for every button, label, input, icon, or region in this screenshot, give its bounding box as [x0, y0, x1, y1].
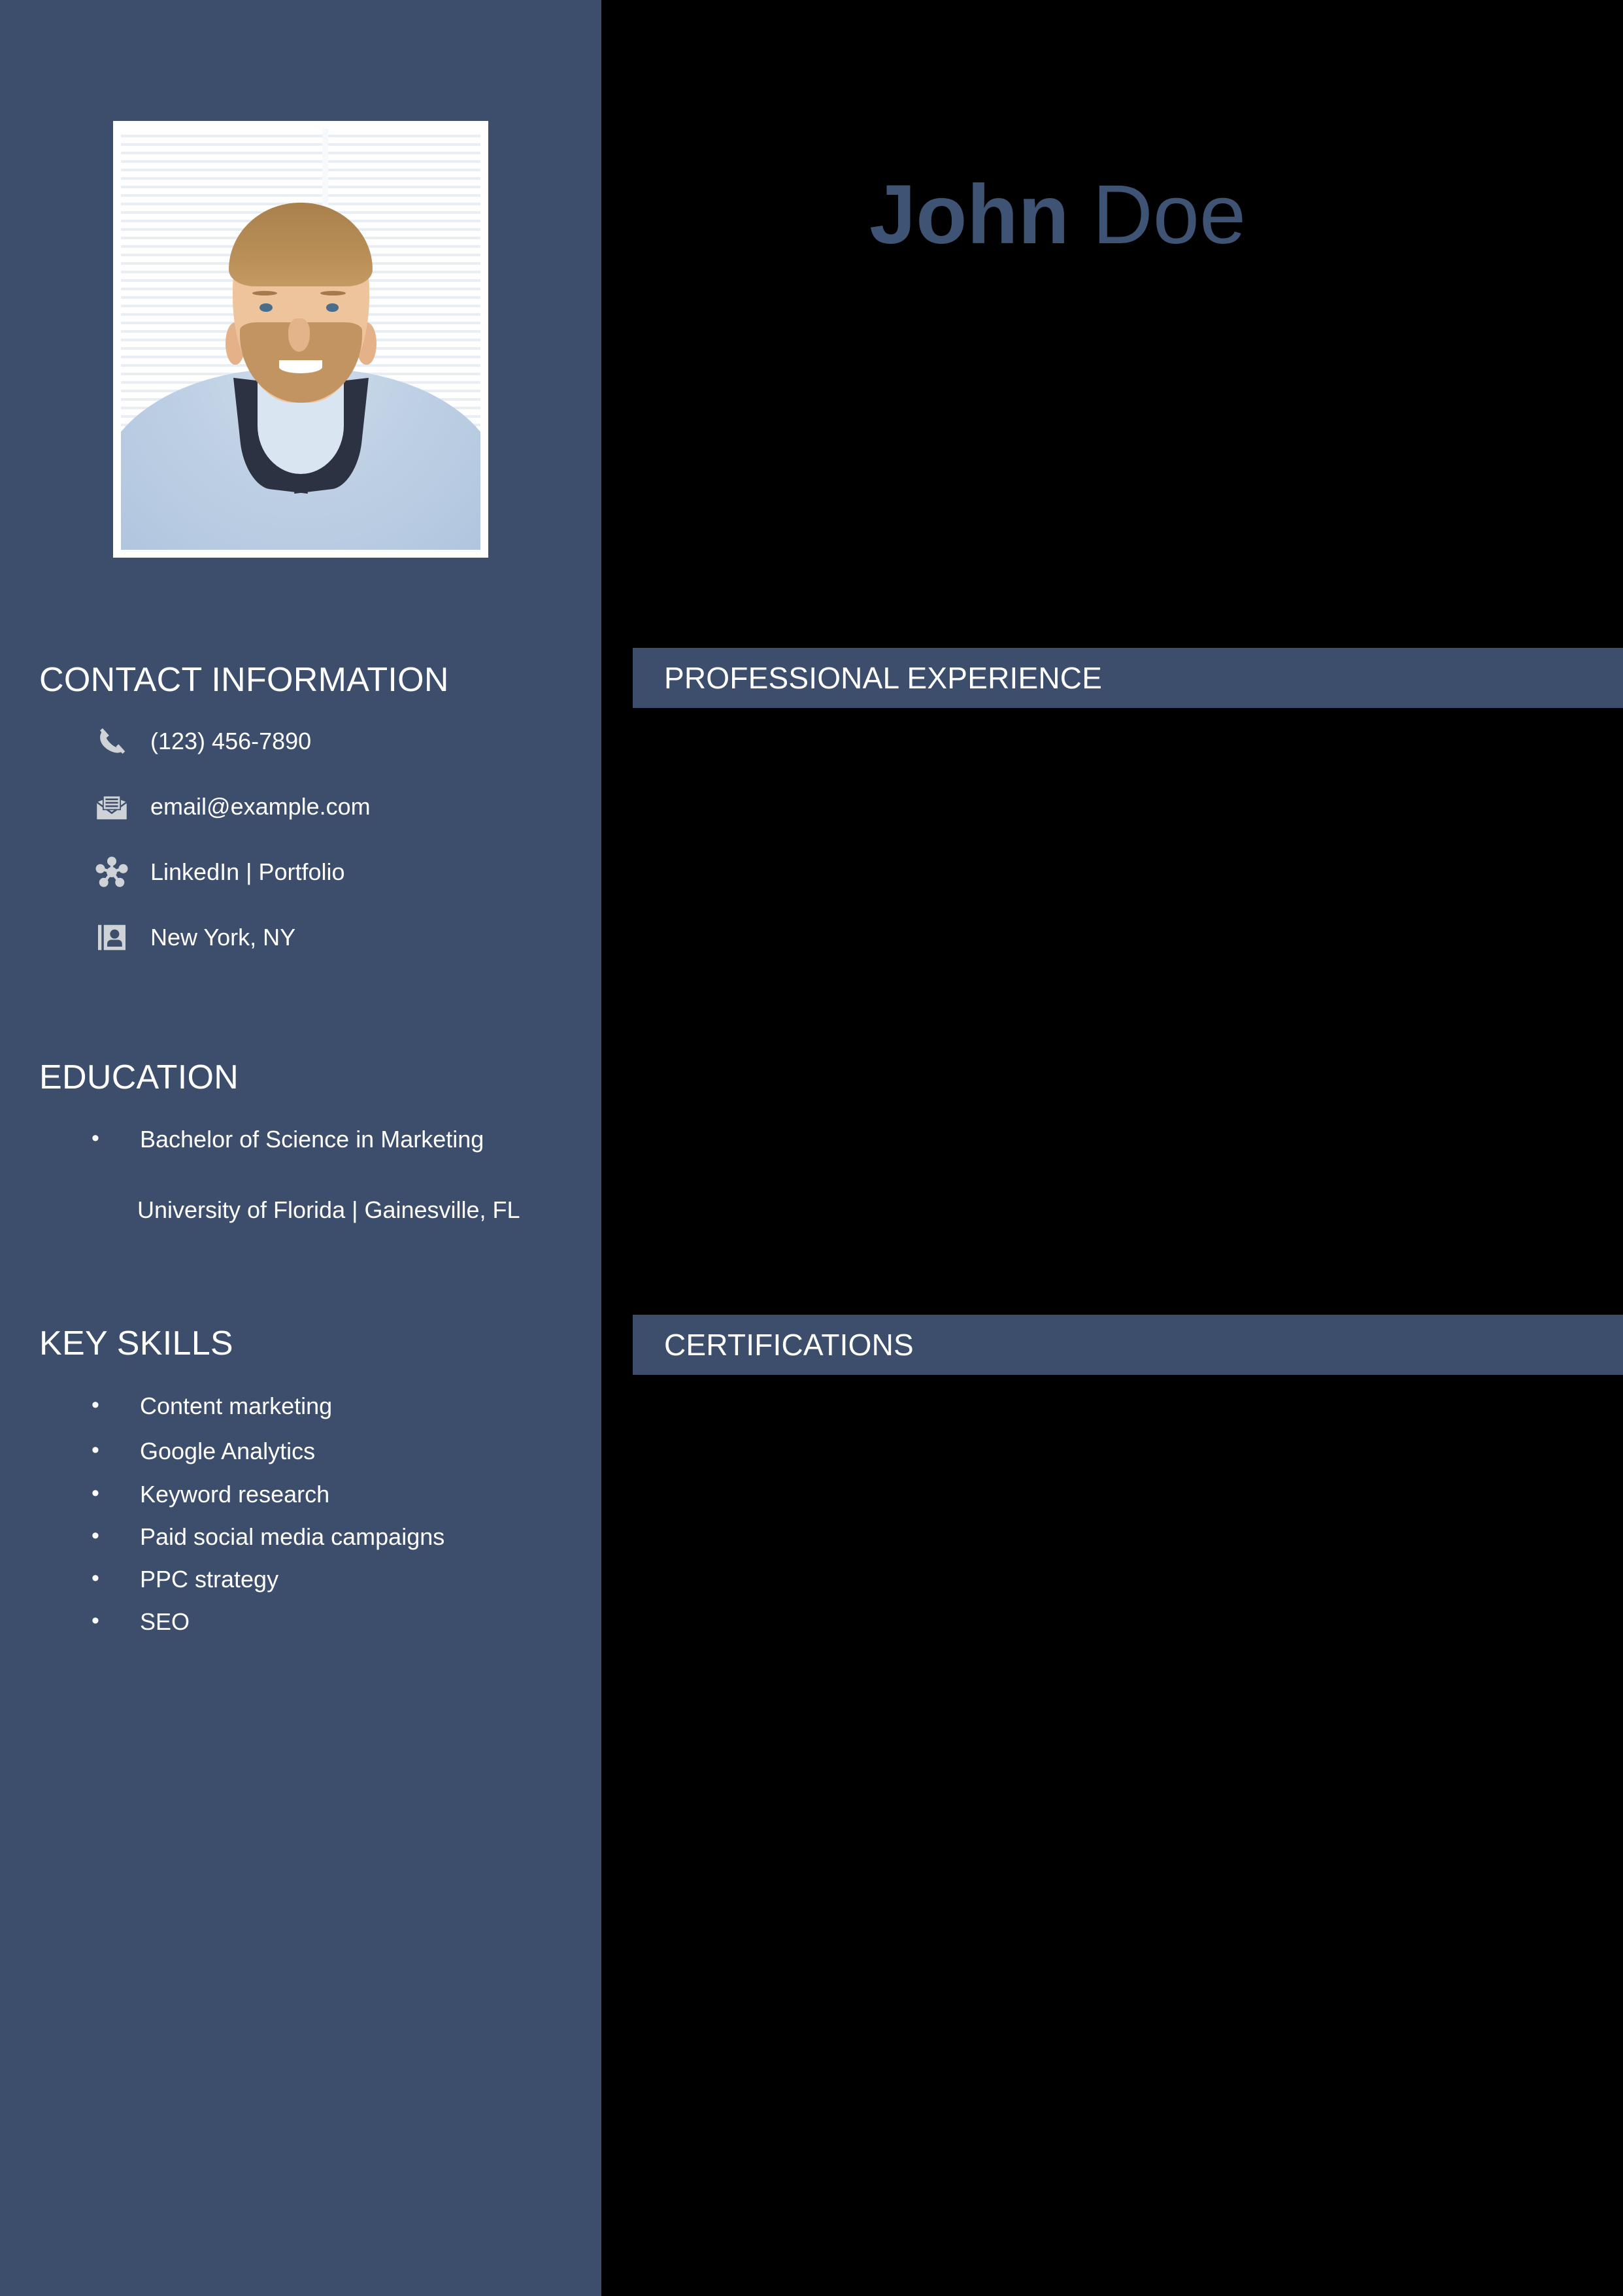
- contact-information-heading: CONTACT INFORMATION: [39, 661, 449, 699]
- bullet-icon: •: [92, 1523, 99, 1548]
- address-book-icon: [92, 917, 132, 958]
- photo-eyebrow-right: [320, 290, 346, 296]
- section-title: PROFESSIONAL EXPERIENCE: [664, 661, 1103, 695]
- skill-list-item: • Paid social media campaigns: [92, 1522, 444, 1551]
- contact-item-phone[interactable]: (123) 456-7890: [92, 718, 311, 765]
- section-title: CERTIFICATIONS: [664, 1328, 914, 1362]
- education-school: University of Florida | Gainesville, FL: [137, 1196, 520, 1223]
- key-skills-heading: KEY SKILLS: [39, 1325, 233, 1362]
- sidebar: CONTACT INFORMATION (123) 456-7890 email…: [0, 0, 601, 2296]
- photo-nose: [288, 318, 310, 352]
- skill-list-item: • Keyword research: [92, 1479, 329, 1509]
- bullet-icon: •: [92, 1438, 99, 1462]
- skill-label: Paid social media campaigns: [140, 1523, 445, 1550]
- section-body-professional-experience: [633, 708, 1623, 1315]
- skill-label: Google Analytics: [140, 1438, 316, 1464]
- skill-list-item: • Content marketing: [92, 1391, 332, 1421]
- location-value: New York, NY: [150, 924, 296, 951]
- links-value: LinkedIn | Portfolio: [150, 858, 345, 885]
- profile-photo-frame: [113, 121, 488, 558]
- education-degree-item: • Bachelor of Science in Marketing: [92, 1124, 484, 1154]
- section-body-certifications: [633, 1375, 1623, 2296]
- skill-label: SEO: [140, 1608, 190, 1635]
- phone-value: (123) 456-7890: [150, 728, 312, 754]
- email-value: email@example.com: [150, 793, 371, 820]
- page-title: John Doe: [869, 171, 1246, 259]
- skill-list-item: • PPC strategy: [92, 1564, 278, 1594]
- contact-item-links[interactable]: LinkedIn | Portfolio: [92, 849, 345, 896]
- phone-icon: [92, 721, 132, 762]
- last-name: Doe: [1069, 168, 1247, 262]
- bullet-icon: •: [92, 1608, 99, 1633]
- photo-eyebrow-left: [252, 290, 278, 296]
- resume-page: CONTACT INFORMATION (123) 456-7890 email…: [0, 0, 1623, 2296]
- photo-mouth: [279, 360, 322, 373]
- bullet-icon: •: [92, 1481, 99, 1506]
- email-icon: [92, 786, 132, 827]
- contact-item-email[interactable]: email@example.com: [92, 783, 371, 830]
- profile-photo: [121, 129, 480, 550]
- first-name: John: [869, 168, 1069, 262]
- network-icon: [92, 852, 132, 892]
- skill-list-item: • Google Analytics: [92, 1436, 315, 1466]
- section-header-certifications: CERTIFICATIONS: [633, 1315, 1623, 1375]
- section-header-professional-experience: PROFESSIONAL EXPERIENCE: [633, 648, 1623, 708]
- main-panel: John Doe PROFESSIONAL EXPERIENCE CERTIFI…: [601, 0, 1623, 2296]
- skill-label: Content marketing: [140, 1393, 333, 1419]
- skill-label: Keyword research: [140, 1481, 330, 1508]
- skill-label: PPC strategy: [140, 1566, 279, 1593]
- bullet-icon: •: [92, 1393, 99, 1417]
- bullet-icon: •: [92, 1126, 99, 1151]
- education-heading: EDUCATION: [39, 1058, 239, 1096]
- education-degree: Bachelor of Science in Marketing: [140, 1126, 484, 1153]
- skill-list-item: • SEO: [92, 1607, 190, 1636]
- bullet-icon: •: [92, 1566, 99, 1591]
- contact-item-location[interactable]: New York, NY: [92, 914, 295, 961]
- photo-eye-left: [259, 303, 273, 312]
